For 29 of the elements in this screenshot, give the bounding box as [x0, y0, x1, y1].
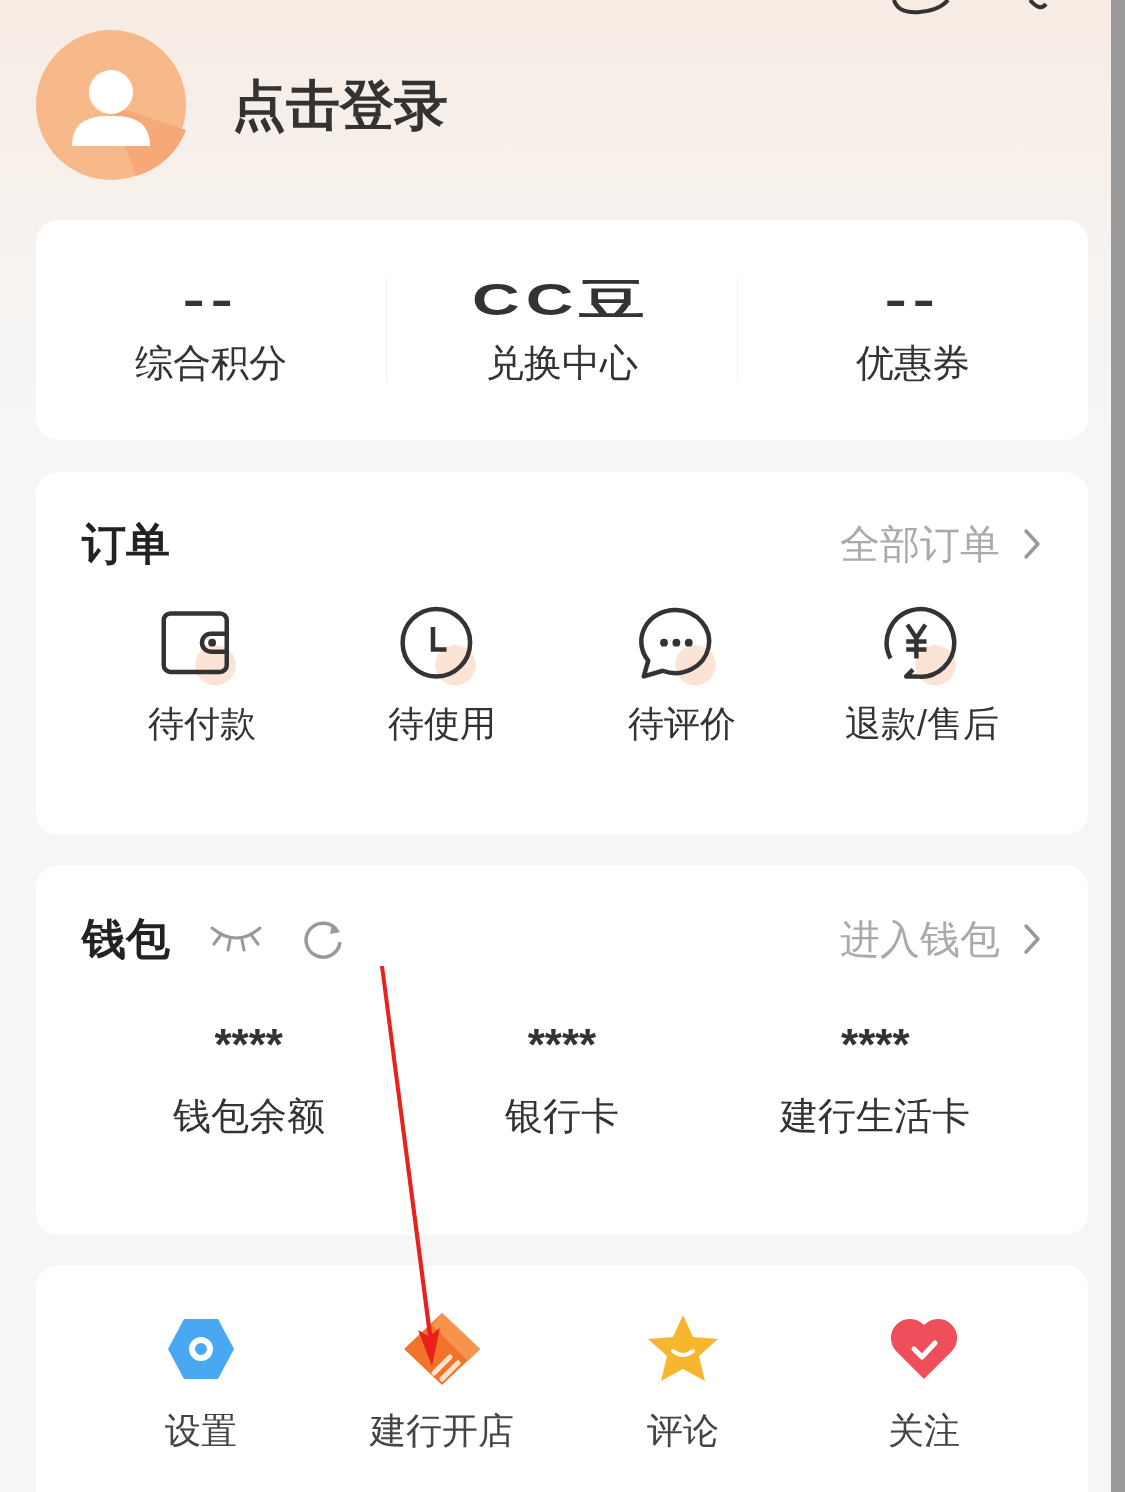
service-label[interactable]: 设置 [164, 1413, 237, 1449]
settings-icon [165, 1317, 236, 1381]
order-status-label[interactable]: 待使用 [388, 706, 496, 742]
service-label[interactable]: 关注 [887, 1413, 960, 1449]
stat-value: -- [885, 278, 941, 322]
order-status-label[interactable]: 待付款 [148, 706, 256, 742]
stat-label[interactable]: 优惠券 [856, 344, 970, 382]
masked-balance: **** [841, 1023, 910, 1067]
stat-label[interactable]: 综合积分 [135, 344, 287, 382]
chevron-right-icon [1022, 527, 1042, 561]
avatar-icon[interactable] [36, 30, 186, 180]
wallet-item-label[interactable]: 建行生活卡 [780, 1097, 971, 1135]
order-status-label[interactable]: 退款/售后 [845, 706, 999, 742]
masked-balance: **** [527, 1023, 597, 1067]
chevron-right-icon [1022, 922, 1042, 956]
service-label[interactable]: 建行开店 [369, 1413, 514, 1449]
stat-label[interactable]: 兑换中心 [486, 344, 638, 382]
wallet-item-label[interactable]: 钱包余额 [172, 1097, 325, 1135]
closed-eye-icon[interactable] [208, 924, 264, 954]
stat-value: CC豆 [472, 278, 652, 322]
section-title: 钱包 [82, 917, 170, 961]
section-title: 订单 [82, 522, 170, 566]
stat-value: -- [183, 278, 239, 322]
wallet-item-label[interactable]: 银行卡 [505, 1097, 619, 1135]
order-status-label[interactable]: 待评价 [628, 706, 736, 742]
masked-balance: **** [214, 1023, 283, 1067]
login-link[interactable]: 点击登录 [232, 64, 448, 146]
refresh-icon[interactable] [302, 918, 344, 960]
service-label[interactable]: 评论 [646, 1413, 719, 1449]
